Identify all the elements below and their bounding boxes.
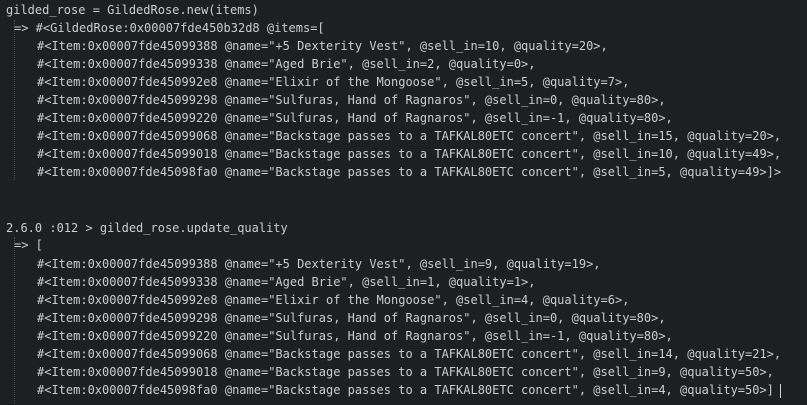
output-line-last: #<Item:0x00007fde45098fa0 @name="Backsta… (37, 381, 781, 399)
output-line: #<Item:0x00007fde45099338 @name="Aged Br… (37, 275, 536, 289)
indent-guide (14, 20, 15, 180)
output-line: #<Item:0x00007fde45099018 @name="Backsta… (37, 147, 782, 161)
terminal-window[interactable]: gilded_rose = GildedRose.new(items) => #… (0, 0, 807, 405)
output-line: #<Item:0x00007fde45099388 @name="+5 Dext… (37, 39, 608, 53)
text-cursor (779, 383, 781, 398)
result-header: => [ (14, 238, 43, 252)
output-line: #<Item:0x00007fde450992e8 @name="Elixir … (37, 293, 630, 307)
prompt-line: 2.6.0 :012 > gilded_rose.update_quality (6, 221, 288, 235)
output-line: #<Item:0x00007fde45099388 @name="+5 Dext… (37, 257, 601, 271)
output-line: #<Item:0x00007fde45099018 @name="Backsta… (37, 365, 774, 379)
output-line: #<Item:0x00007fde45099338 @name="Aged Br… (37, 57, 536, 71)
output-line: #<Item:0x00007fde45099220 @name="Sulfura… (37, 111, 673, 125)
command-line: gilded_rose = GildedRose.new(items) (6, 3, 259, 17)
indent-guide (14, 237, 15, 403)
output-line: #<Item:0x00007fde45098fa0 @name="Backsta… (37, 165, 782, 179)
output-line: #<Item:0x00007fde450992e8 @name="Elixir … (37, 75, 630, 89)
output-line: #<Item:0x00007fde45099298 @name="Sulfura… (37, 311, 666, 325)
output-line: #<Item:0x00007fde45099068 @name="Backsta… (37, 347, 782, 361)
output-line: #<Item:0x00007fde45099298 @name="Sulfura… (37, 93, 666, 107)
result-header: => #<GildedRose:0x00007fde450b32d8 @item… (14, 21, 325, 35)
output-line: #<Item:0x00007fde45099220 @name="Sulfura… (37, 329, 673, 343)
output-text: #<Item:0x00007fde45098fa0 @name="Backsta… (37, 383, 774, 397)
output-line: #<Item:0x00007fde45099068 @name="Backsta… (37, 129, 782, 143)
